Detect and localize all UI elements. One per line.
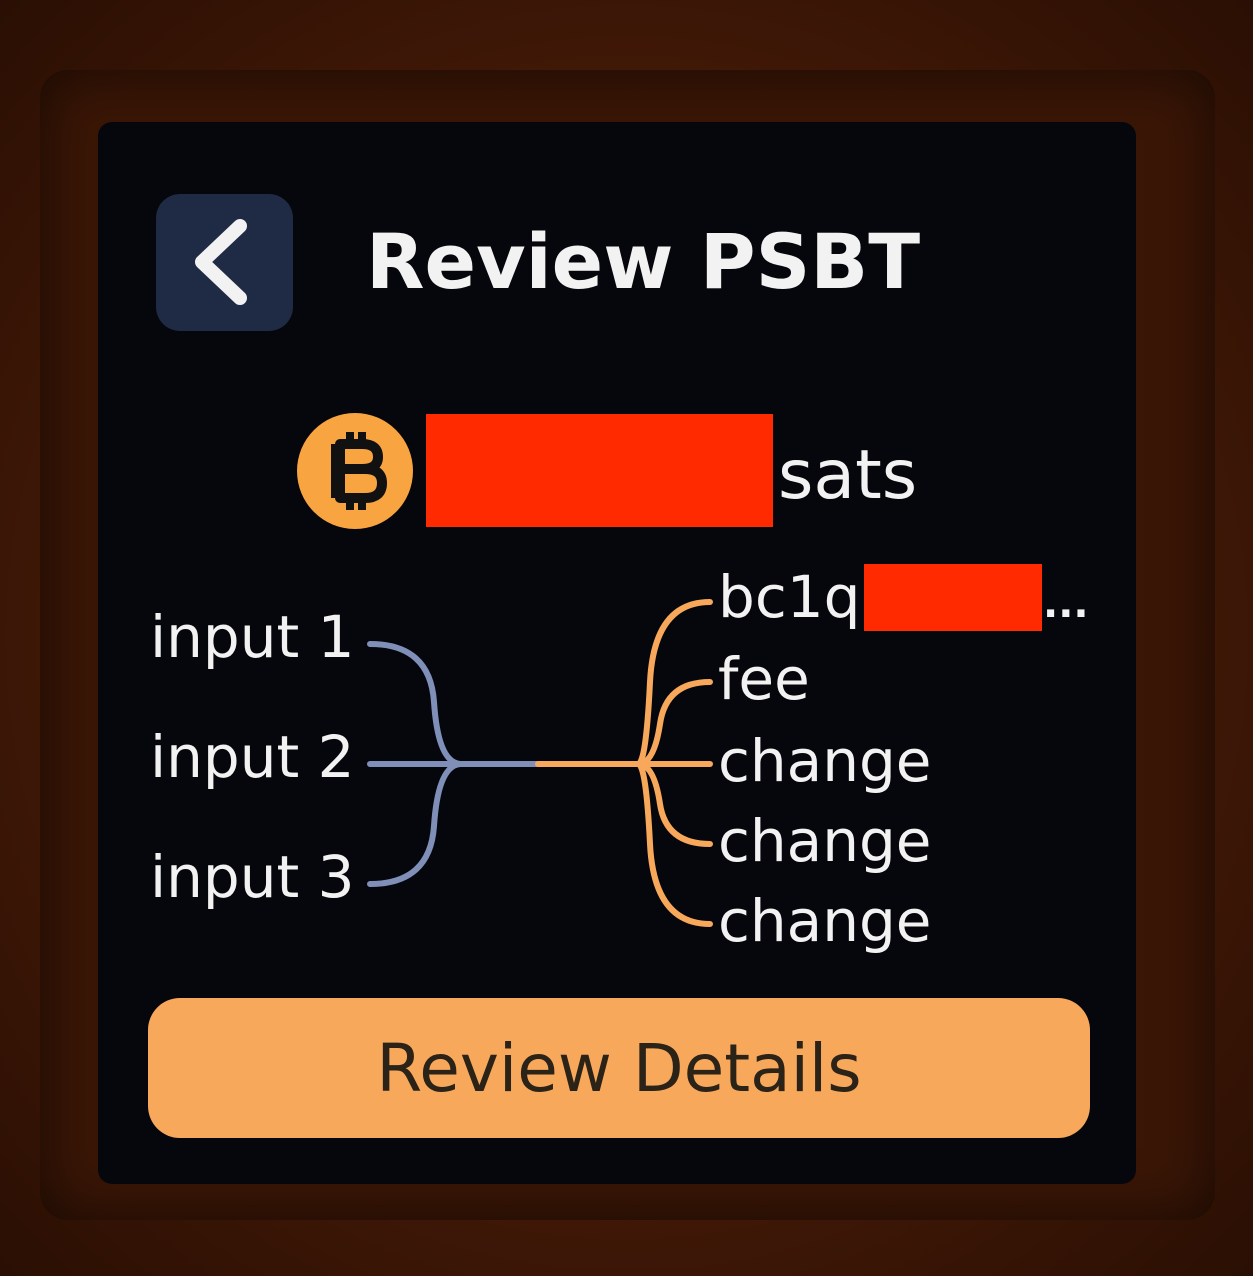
address-ellipsis: ... xyxy=(1043,581,1089,627)
input-3-line xyxy=(367,761,463,887)
input-1-line xyxy=(367,641,463,767)
device-screen: Review PSBT sats input 1 input 2 input 3… xyxy=(98,122,1136,1184)
output-fee-label: fee xyxy=(718,645,810,713)
redacted-address xyxy=(864,564,1042,631)
review-details-label: Review Details xyxy=(376,1029,862,1107)
input-label-1: input 1 xyxy=(150,603,355,671)
output-change-label-1: change xyxy=(718,727,932,795)
review-details-button[interactable]: Review Details xyxy=(148,998,1090,1138)
input-label-2: input 2 xyxy=(150,723,355,791)
output-change-label-3: change xyxy=(718,887,932,955)
output-change-label-2: change xyxy=(718,807,932,875)
output-address-label: bc1q xyxy=(718,563,861,631)
input-label-3: input 3 xyxy=(150,843,355,911)
